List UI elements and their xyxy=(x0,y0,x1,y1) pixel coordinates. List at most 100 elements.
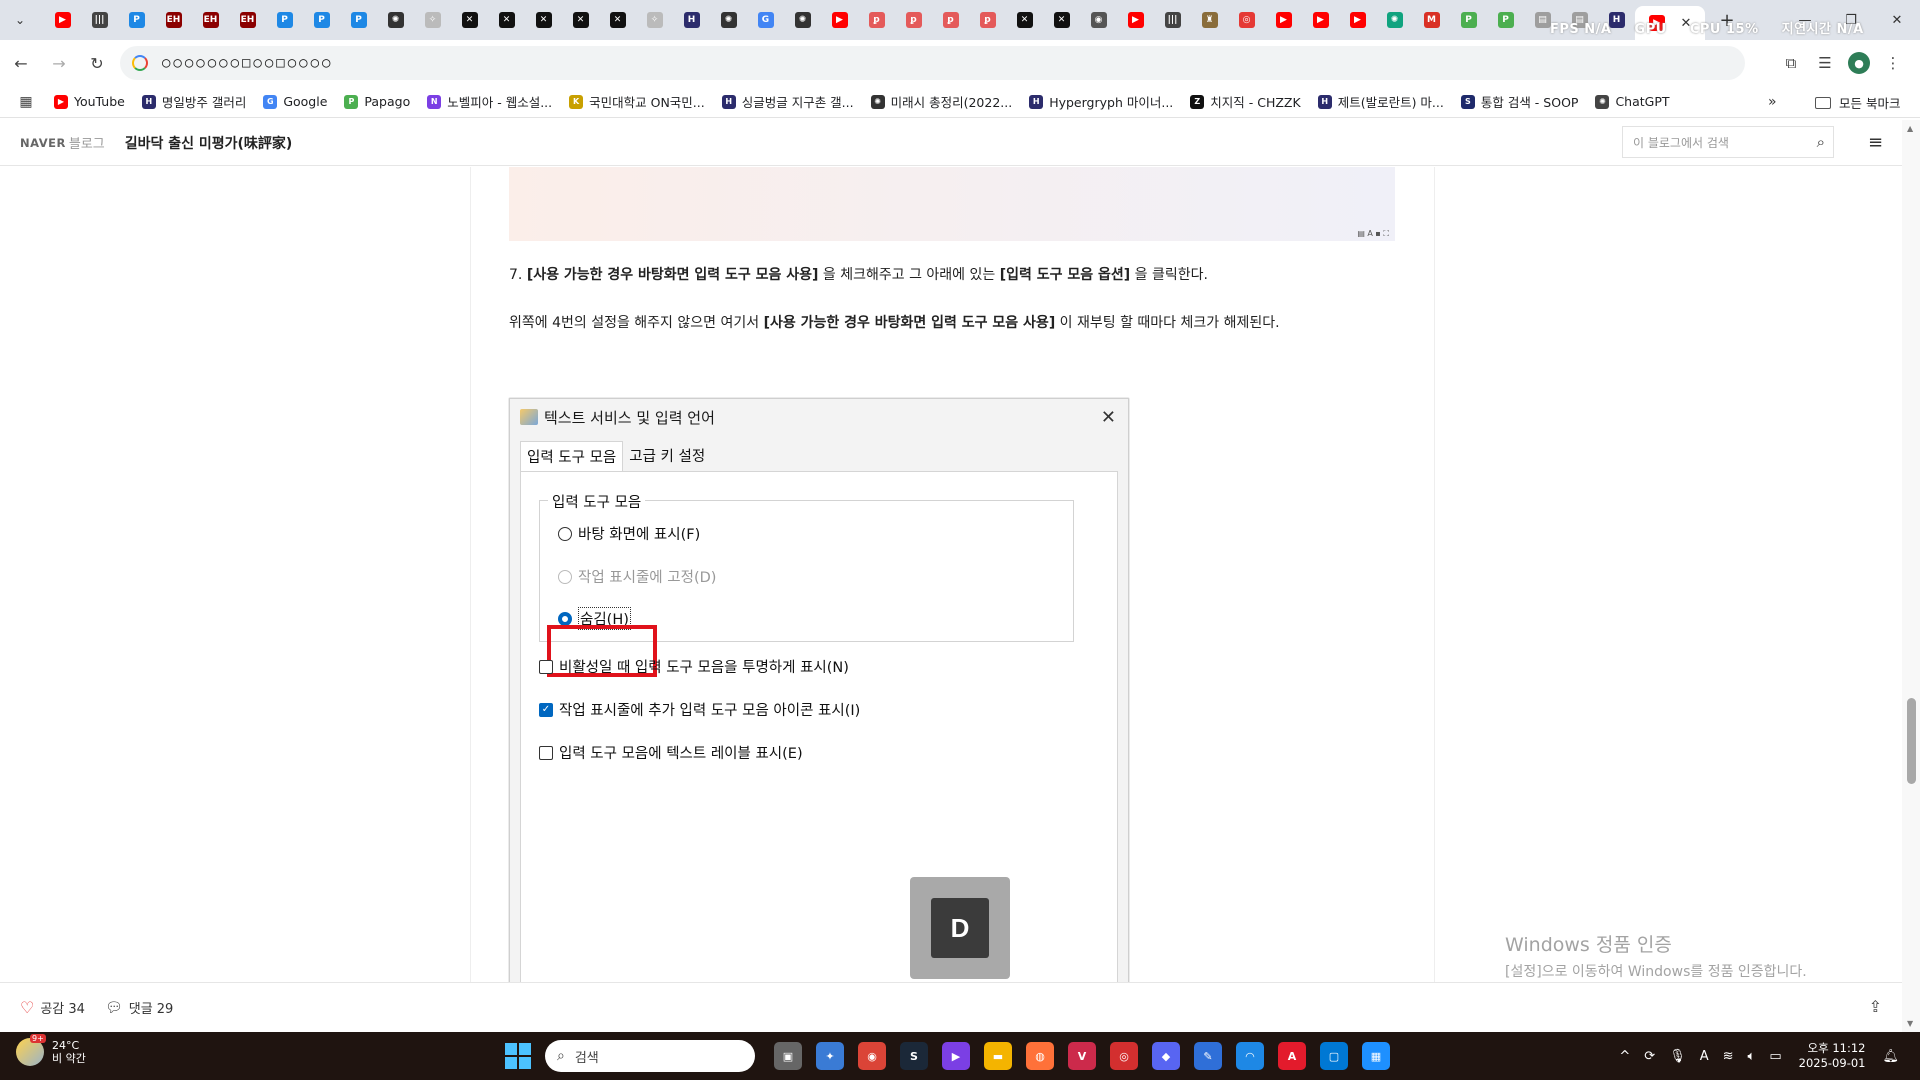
wifi-icon[interactable]: ≋ xyxy=(1723,1049,1734,1064)
bookmark-item[interactable]: Z 치지직 - CHZZK xyxy=(1190,92,1301,111)
browser-tab[interactable]: ꝑ xyxy=(932,5,969,35)
scroll-up-arrow-icon[interactable]: ▲ xyxy=(1907,124,1913,133)
browser-tab[interactable]: ▶ xyxy=(44,5,81,35)
minimize-button[interactable]: — xyxy=(1782,0,1828,40)
like-button[interactable]: ♡ 공감 34 xyxy=(20,998,85,1017)
chrome-icon[interactable]: ◉ xyxy=(858,1042,886,1070)
taskview-icon[interactable]: ▣ xyxy=(774,1042,802,1070)
browser-tab[interactable]: ▶ xyxy=(1117,5,1154,35)
browser-tab[interactable]: ◎ xyxy=(1228,5,1265,35)
bookmark-item[interactable]: P Papago xyxy=(344,94,410,109)
browser-tab[interactable]: ꝑ xyxy=(969,5,1006,35)
browser-tab[interactable]: P xyxy=(1487,5,1524,35)
bookmark-item[interactable]: H 명일방주 갤러리 xyxy=(141,92,246,111)
arc-icon[interactable]: ◠ xyxy=(1236,1042,1264,1070)
bookmark-item[interactable]: ▶ YouTube xyxy=(54,94,125,109)
vertical-scrollbar[interactable]: ▲ ▼ xyxy=(1902,120,1920,1032)
battery-icon[interactable]: ▭ xyxy=(1769,1049,1781,1064)
browser-tab[interactable]: ▶ xyxy=(821,5,858,35)
volume-icon[interactable]: 🔈︎ xyxy=(1748,1049,1756,1064)
microphone-icon[interactable]: 🎙︎ xyxy=(1669,1049,1686,1064)
browser-tab[interactable]: P xyxy=(303,5,340,35)
browser-tab[interactable]: ✺ xyxy=(1376,5,1413,35)
browser-tab[interactable]: ꝑ xyxy=(858,5,895,35)
blog-title[interactable]: 길바닥 출신 미평가(味評家) xyxy=(125,133,293,153)
browser-tab[interactable]: M xyxy=(1413,5,1450,35)
reload-icon[interactable]: ↻ xyxy=(80,46,114,80)
weather-widget[interactable]: 9+ 24°C 비 약간 xyxy=(16,1034,86,1066)
browser-tab[interactable]: ✧ xyxy=(414,5,451,35)
paint-icon[interactable]: ✎ xyxy=(1194,1042,1222,1070)
tray-overflow-chevron-icon[interactable]: ^ xyxy=(1619,1049,1630,1064)
browser-tab[interactable]: ✕ xyxy=(451,5,488,35)
browser-tab[interactable]: ▶ xyxy=(1265,5,1302,35)
browser-tab[interactable]: P xyxy=(340,5,377,35)
browser-tab[interactable]: ||| xyxy=(81,5,118,35)
search-icon[interactable]: ⌕ xyxy=(1817,133,1825,151)
all-bookmarks-button[interactable]: 모든 북마크 xyxy=(1815,93,1900,112)
browser-tab[interactable]: ✺ xyxy=(784,5,821,35)
bookmark-item[interactable]: H 제트(발로란트) 마... xyxy=(1317,92,1444,111)
kebab-menu-icon[interactable]: ⋮ xyxy=(1876,46,1910,80)
browser-tab[interactable]: H xyxy=(673,5,710,35)
bookmark-item[interactable]: ✺ 미래시 총정리(2022... xyxy=(870,92,1012,111)
bookmark-item[interactable]: S 통합 검색 - SOOP xyxy=(1460,92,1578,111)
browser-tab[interactable]: ▶ xyxy=(1339,5,1376,35)
explorer-icon[interactable]: ▬ xyxy=(984,1042,1012,1070)
browser-tab[interactable]: ✕ xyxy=(525,5,562,35)
share-icon[interactable]: ⇪ xyxy=(1869,997,1882,1016)
browser-tab[interactable]: ||| xyxy=(1154,5,1191,35)
taskbar-search[interactable]: ⌕ 검색 xyxy=(545,1040,755,1072)
browser-tab[interactable]: ✺ xyxy=(710,5,747,35)
browser-tab[interactable]: ✕ xyxy=(488,5,525,35)
window-icon[interactable]: ▢ xyxy=(1320,1042,1348,1070)
blog-link[interactable]: 블로그 xyxy=(69,133,105,152)
forward-arrow-icon[interactable]: → xyxy=(42,46,76,80)
sync-icon[interactable]: ⟳ xyxy=(1644,1049,1655,1064)
naver-logo[interactable]: NAVER xyxy=(20,136,66,150)
address-url[interactable]: ○○○○○○○□○○□○○○○ xyxy=(162,55,333,71)
scrollbar-thumb[interactable] xyxy=(1907,698,1916,784)
address-bar[interactable]: ○○○○○○○□○○□○○○○ xyxy=(120,46,1745,80)
scroll-down-arrow-icon[interactable]: ▼ xyxy=(1907,1019,1913,1028)
browser-tab[interactable]: EH xyxy=(229,5,266,35)
extensions-icon[interactable]: ⧉ xyxy=(1774,46,1808,80)
back-arrow-icon[interactable]: ← xyxy=(4,46,38,80)
copilot-icon[interactable]: ✦ xyxy=(816,1042,844,1070)
browser-tab[interactable]: ✺ xyxy=(377,5,414,35)
browser-tab[interactable]: ♜ xyxy=(1191,5,1228,35)
browser-tab[interactable]: ◉ xyxy=(1080,5,1117,35)
browser-tab[interactable]: ✕ xyxy=(1006,5,1043,35)
bookmark-item[interactable]: H Hypergryph 마이너... xyxy=(1029,92,1173,111)
steam-icon[interactable]: S xyxy=(900,1042,928,1070)
browser-tab[interactable]: ✕ xyxy=(562,5,599,35)
maximize-button[interactable]: ❐ xyxy=(1828,0,1874,40)
browser-tab[interactable]: ▶ xyxy=(1302,5,1339,35)
browser-tab[interactable]: P xyxy=(1450,5,1487,35)
apps-grid-icon[interactable]: ▦ xyxy=(16,92,36,112)
browser-tab[interactable]: ✕ xyxy=(1043,5,1080,35)
start-button[interactable] xyxy=(505,1043,531,1069)
browser-tab[interactable]: EH xyxy=(192,5,229,35)
clock[interactable]: 오후 11:12 2025-09-01 xyxy=(1799,1041,1866,1071)
browser-tab[interactable]: P xyxy=(118,5,155,35)
browser-tab[interactable]: G xyxy=(747,5,784,35)
ime-indicator[interactable]: A xyxy=(1700,1049,1709,1064)
obs-icon[interactable]: ◎ xyxy=(1110,1042,1138,1070)
discord-icon[interactable]: ◆ xyxy=(1152,1042,1180,1070)
comment-button[interactable]: 💬︎ 댓글 29 xyxy=(105,998,173,1018)
tab-search-button[interactable]: ⌄ xyxy=(6,6,34,34)
photos-icon[interactable]: ▦ xyxy=(1362,1042,1390,1070)
notification-bell-icon[interactable]: 🔔︎ xyxy=(1882,1049,1899,1064)
blog-search-input[interactable]: 이 블로그에서 검색 ⌕ xyxy=(1622,126,1834,158)
close-window-button[interactable]: ✕ xyxy=(1874,0,1920,40)
vscode-icon[interactable]: V xyxy=(1068,1042,1096,1070)
autocad-icon[interactable]: A xyxy=(1278,1042,1306,1070)
browser-tab[interactable]: ꝑ xyxy=(895,5,932,35)
firefox-icon[interactable]: ◍ xyxy=(1026,1042,1054,1070)
browser-tab[interactable]: ✧ xyxy=(636,5,673,35)
bookmark-item[interactable]: H 싱글벙글 지구촌 갤... xyxy=(721,92,854,111)
browser-tab[interactable]: ✕ xyxy=(599,5,636,35)
bookmark-item[interactable]: G Google xyxy=(263,94,327,109)
bookmark-item[interactable]: K 국민대학교 ON국민... xyxy=(569,92,705,111)
